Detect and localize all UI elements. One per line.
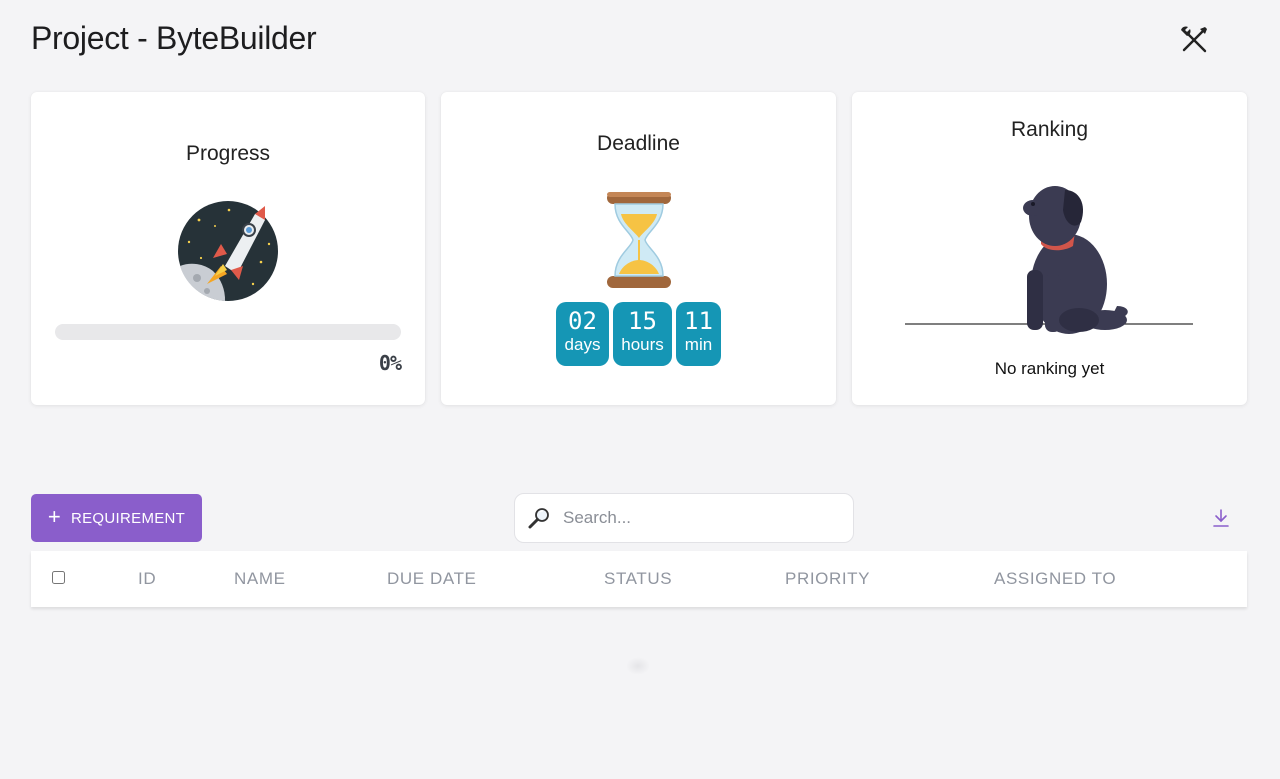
select-all-checkbox[interactable] xyxy=(52,571,65,584)
add-requirement-label: REQUIREMENT xyxy=(71,509,186,527)
page-title: Project - ByteBuilder xyxy=(31,20,317,56)
countdown-minutes-value: 11 xyxy=(684,307,713,335)
table-header: ID NAME DUE DATE STATUS PRIORITY ASSIGNE… xyxy=(31,551,1247,607)
download-button[interactable] xyxy=(1208,505,1234,531)
countdown-minutes: 11 min xyxy=(676,302,721,366)
progress-title: Progress xyxy=(185,142,271,165)
countdown-days-value: 02 xyxy=(568,307,597,335)
column-status[interactable]: STATUS xyxy=(604,569,672,589)
countdown-days: 02 days xyxy=(556,302,609,366)
column-name[interactable]: NAME xyxy=(234,569,286,589)
loading-indicator xyxy=(626,657,650,675)
countdown-minutes-unit: min xyxy=(684,335,713,354)
hourglass-icon xyxy=(607,192,671,288)
dog-illustration xyxy=(905,186,1193,334)
magnifier-icon xyxy=(528,508,549,529)
download-icon xyxy=(1213,509,1229,527)
countdown-days-unit: days xyxy=(564,335,601,354)
add-requirement-button[interactable]: + REQUIREMENT xyxy=(31,494,202,542)
ranking-card: Ranking No ranking yet xyxy=(852,92,1247,405)
tools-icon xyxy=(1181,26,1207,53)
no-ranking-text: No ranking yet xyxy=(994,359,1105,378)
ranking-title: Ranking xyxy=(1010,118,1089,141)
column-id[interactable]: ID xyxy=(138,569,156,589)
column-priority[interactable]: PRIORITY xyxy=(785,569,870,589)
countdown-hours: 15 hours xyxy=(613,302,672,366)
countdown-hours-unit: hours xyxy=(621,335,664,354)
countdown: 02 days 15 hours 11 min xyxy=(441,302,836,366)
progress-card: Progress 0% xyxy=(31,92,425,405)
column-due-date[interactable]: DUE DATE xyxy=(387,569,477,589)
plus-icon: + xyxy=(47,504,61,529)
search-input[interactable] xyxy=(563,503,833,533)
progress-bar xyxy=(55,324,401,340)
search-box[interactable] xyxy=(514,493,854,543)
countdown-hours-value: 15 xyxy=(628,307,657,335)
column-assigned-to[interactable]: ASSIGNED TO xyxy=(994,569,1116,589)
tools-button[interactable] xyxy=(1176,22,1212,58)
rocket-illustration xyxy=(178,201,278,301)
progress-value: 0% xyxy=(378,351,402,375)
deadline-card: Deadline 02 days 15 hours 11 min xyxy=(441,92,836,405)
deadline-title: Deadline xyxy=(597,132,680,155)
